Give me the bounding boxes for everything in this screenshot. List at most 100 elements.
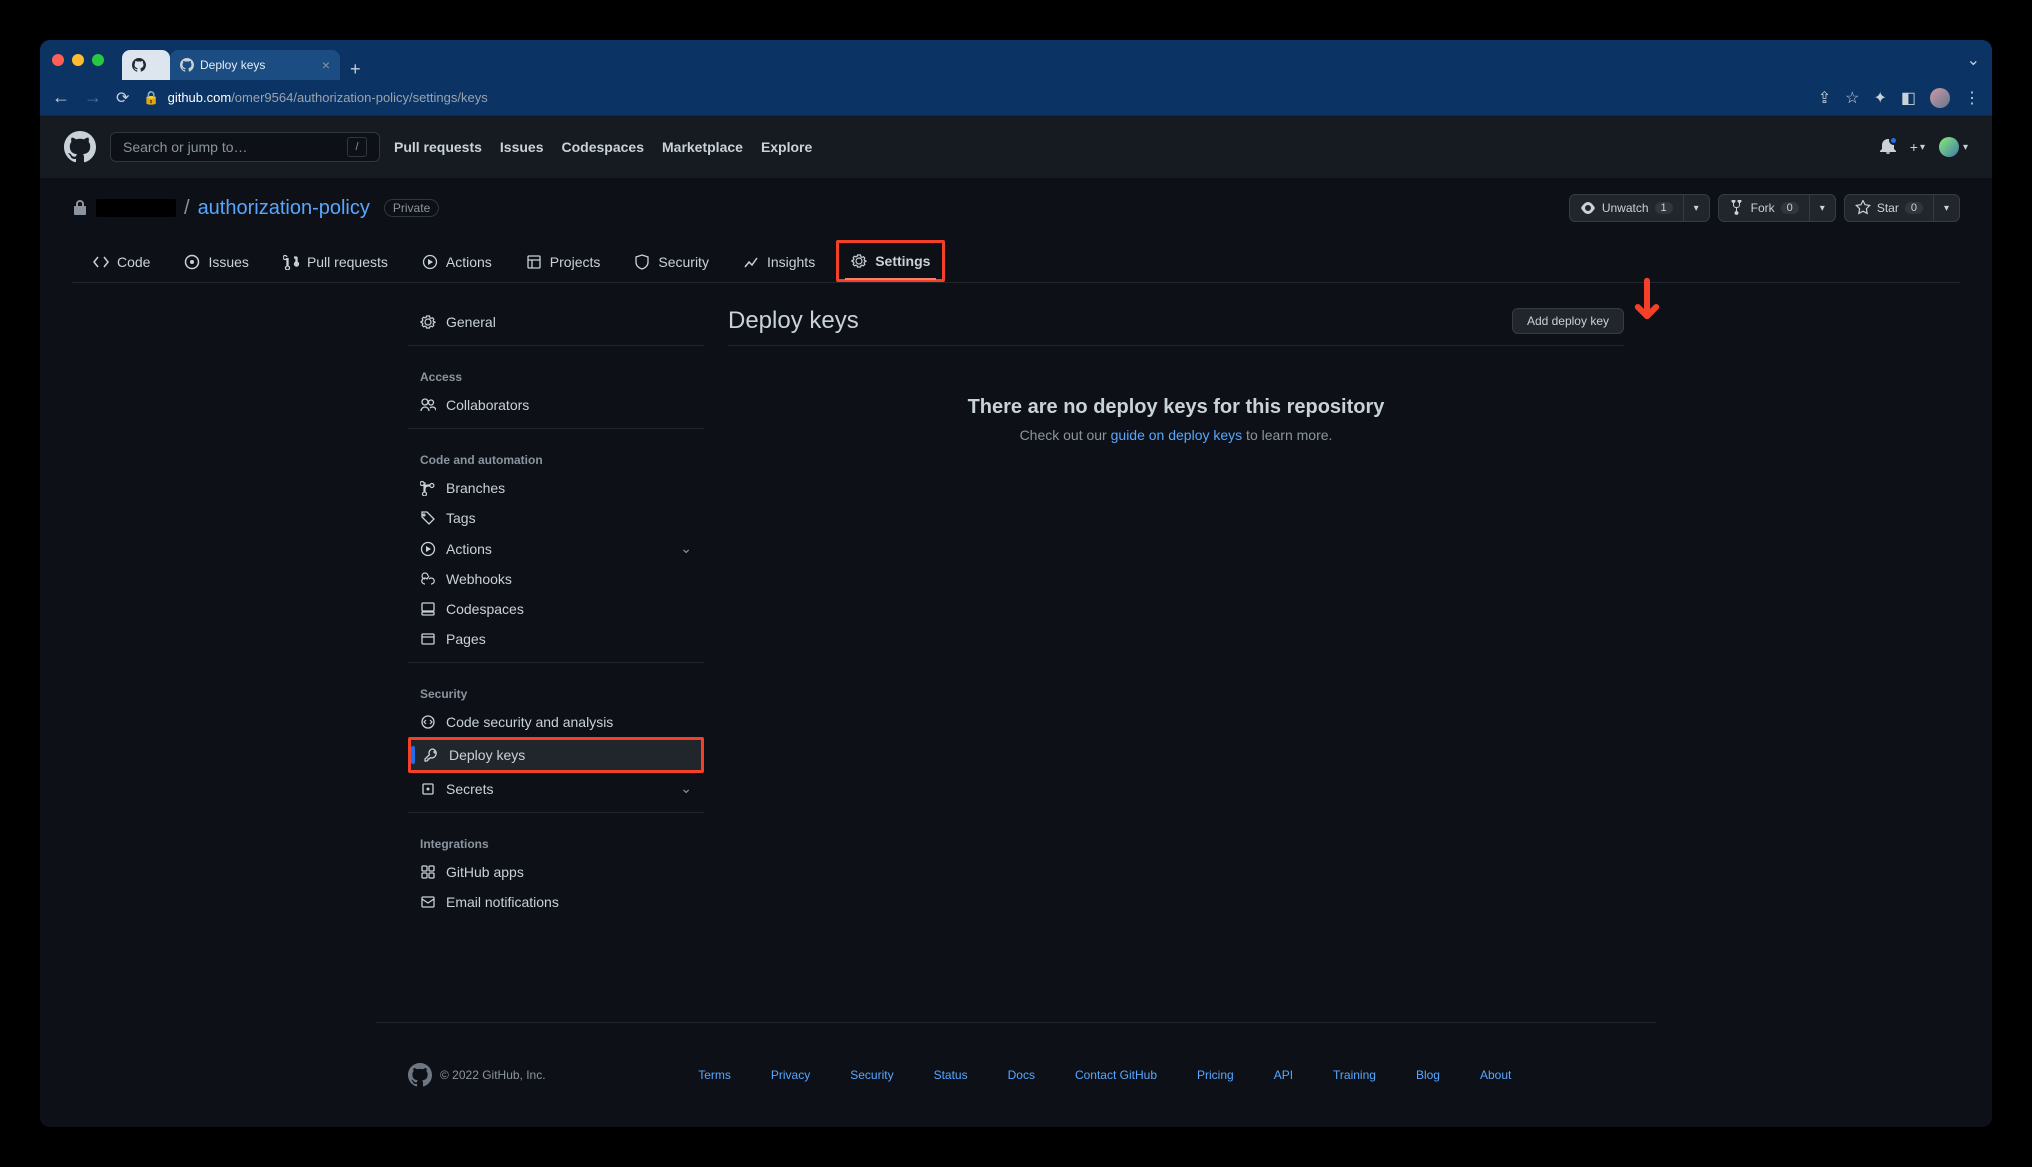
- page-footer: © 2022 GitHub, Inc. Terms Privacy Securi…: [376, 1022, 1656, 1127]
- play-icon: [420, 541, 436, 557]
- github-icon: [132, 58, 146, 72]
- footer-link-blog[interactable]: Blog: [1416, 1068, 1440, 1082]
- nav-explore[interactable]: Explore: [761, 139, 812, 155]
- star-button[interactable]: Star0 ▾: [1844, 194, 1960, 222]
- git-pull-request-icon: [283, 254, 299, 270]
- url-domain: github.com: [168, 90, 232, 105]
- github-logo-icon[interactable]: [408, 1063, 432, 1087]
- footer-link-status[interactable]: Status: [934, 1068, 968, 1082]
- footer-link-docs[interactable]: Docs: [1008, 1068, 1035, 1082]
- sidebar-item-email-notifications[interactable]: Email notifications: [408, 887, 704, 917]
- gear-icon: [851, 253, 867, 269]
- tab-github-pinned[interactable]: GitHub: [122, 50, 170, 80]
- share-icon[interactable]: ⇪: [1818, 88, 1831, 108]
- sidebar-item-general[interactable]: General: [408, 307, 704, 337]
- unwatch-button[interactable]: Unwatch1 ▾: [1569, 194, 1710, 222]
- url-input[interactable]: 🔒 github.com/omer9564/authorization-poli…: [143, 90, 1803, 106]
- sidebar-group-header: Integrations: [408, 821, 704, 857]
- create-new-menu[interactable]: +▾: [1910, 139, 1925, 155]
- extensions-icon[interactable]: ✦: [1873, 88, 1886, 108]
- sidebar-item-tags[interactable]: Tags: [408, 503, 704, 533]
- profile-avatar-icon[interactable]: [1930, 88, 1950, 108]
- sidebar-item-secrets[interactable]: Secrets⌄: [408, 773, 704, 804]
- tab-security[interactable]: Security: [621, 240, 722, 282]
- footer-link-contact[interactable]: Contact GitHub: [1075, 1068, 1157, 1082]
- table-icon: [526, 254, 542, 270]
- back-button[interactable]: ←: [52, 87, 70, 108]
- nav-issues[interactable]: Issues: [500, 139, 544, 155]
- minimize-window-button[interactable]: [72, 54, 84, 66]
- sidebar-item-deploy-keys[interactable]: Deploy keys: [408, 737, 704, 773]
- sidebar-item-webhooks[interactable]: Webhooks: [408, 564, 704, 594]
- footer-link-training[interactable]: Training: [1333, 1068, 1376, 1082]
- side-panel-icon[interactable]: ◧: [1901, 88, 1916, 108]
- nav-marketplace[interactable]: Marketplace: [662, 139, 743, 155]
- url-path: /omer9564/authorization-policy/settings/…: [231, 90, 488, 105]
- repo-name-link[interactable]: authorization-policy: [198, 197, 370, 220]
- close-tab-icon[interactable]: ×: [322, 57, 330, 73]
- gear-icon: [420, 314, 436, 330]
- add-deploy-key-button[interactable]: Add deploy key: [1512, 308, 1624, 334]
- footer-link-pricing[interactable]: Pricing: [1197, 1068, 1234, 1082]
- sidebar-group-header: Code and automation: [408, 437, 704, 473]
- new-tab-button[interactable]: +: [340, 59, 371, 80]
- close-window-button[interactable]: [52, 54, 64, 66]
- footer-link-terms[interactable]: Terms: [698, 1068, 731, 1082]
- repo-owner-link[interactable]: [96, 199, 176, 217]
- browser-menu-icon[interactable]: ⋮: [1964, 88, 1980, 108]
- search-input[interactable]: Search or jump to… /: [110, 132, 380, 162]
- sidebar-item-collaborators[interactable]: Collaborators: [408, 390, 704, 420]
- sidebar-item-github-apps[interactable]: GitHub apps: [408, 857, 704, 887]
- mail-icon: [420, 894, 436, 910]
- tab-projects[interactable]: Projects: [513, 240, 614, 282]
- github-header: Search or jump to… / Pull requests Issue…: [40, 116, 1992, 178]
- forward-button[interactable]: →: [84, 87, 102, 108]
- sidebar-item-pages[interactable]: Pages: [408, 624, 704, 654]
- caret-down-icon: ▾: [1920, 142, 1925, 153]
- tab-pull-requests[interactable]: Pull requests: [270, 240, 401, 282]
- nav-codespaces[interactable]: Codespaces: [562, 139, 644, 155]
- breadcrumb-separator: /: [184, 197, 190, 220]
- notifications-button[interactable]: [1880, 138, 1896, 157]
- sidebar-item-code-security[interactable]: Code security and analysis: [408, 707, 704, 737]
- tab-settings[interactable]: Settings: [836, 240, 945, 282]
- code-icon: [93, 254, 109, 270]
- footer-link-privacy[interactable]: Privacy: [771, 1068, 810, 1082]
- sidebar-item-codespaces[interactable]: Codespaces: [408, 594, 704, 624]
- tab-code[interactable]: Code: [80, 240, 163, 282]
- codescan-icon: [420, 714, 436, 730]
- github-logo-icon[interactable]: [64, 131, 96, 163]
- browser-icon: [420, 631, 436, 647]
- chevron-down-icon: ⌄: [680, 540, 692, 557]
- bookmark-icon[interactable]: ☆: [1845, 88, 1859, 108]
- tab-issues[interactable]: Issues: [171, 240, 261, 282]
- maximize-window-button[interactable]: [92, 54, 104, 66]
- user-menu[interactable]: ▾: [1939, 137, 1968, 157]
- tab-deploy-keys[interactable]: Deploy keys ×: [170, 50, 340, 80]
- tab-label: Deploy keys: [200, 58, 265, 72]
- fork-icon: [1729, 200, 1745, 216]
- search-shortcut-icon: /: [347, 137, 367, 157]
- fork-button[interactable]: Fork0 ▾: [1718, 194, 1836, 222]
- tab-insights[interactable]: Insights: [730, 240, 828, 282]
- expand-tabs-icon[interactable]: ⌄: [1967, 50, 1980, 70]
- footer-link-api[interactable]: API: [1274, 1068, 1293, 1082]
- search-placeholder: Search or jump to…: [123, 139, 248, 155]
- nav-pull-requests[interactable]: Pull requests: [394, 139, 482, 155]
- tab-actions[interactable]: Actions: [409, 240, 505, 282]
- footer-link-about[interactable]: About: [1480, 1068, 1511, 1082]
- sidebar-group-header: Security: [408, 671, 704, 707]
- deploy-keys-guide-link[interactable]: guide on deploy keys: [1111, 427, 1243, 443]
- star-icon: [1855, 200, 1871, 216]
- copyright-text: © 2022 GitHub, Inc.: [440, 1068, 546, 1082]
- browser-address-bar: ← → ⟳ 🔒 github.com/omer9564/authorizatio…: [40, 80, 1992, 116]
- reload-button[interactable]: ⟳: [116, 88, 129, 108]
- sidebar-item-branches[interactable]: Branches: [408, 473, 704, 503]
- browser-title-bar: GitHub Deploy keys × + ⌄: [40, 40, 1992, 80]
- footer-link-security[interactable]: Security: [850, 1068, 893, 1082]
- chevron-down-icon: ⌄: [680, 780, 692, 797]
- branch-icon: [420, 480, 436, 496]
- sidebar-item-actions[interactable]: Actions⌄: [408, 533, 704, 564]
- plus-icon: +: [1910, 139, 1918, 155]
- caret-down-icon: ▾: [1963, 142, 1968, 153]
